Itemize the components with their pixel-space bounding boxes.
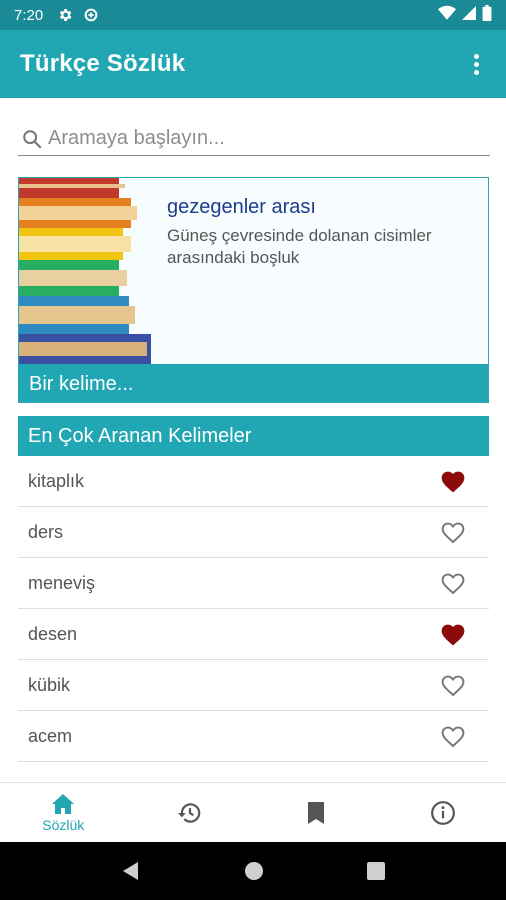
heart-outline-icon[interactable] xyxy=(439,671,467,699)
app-bar: Türkçe Sözlük xyxy=(0,30,506,98)
list-item-word: kitaplık xyxy=(28,470,85,491)
list-item[interactable]: desen xyxy=(18,609,489,660)
list-item[interactable]: ders xyxy=(18,507,489,558)
nav-bookmarks[interactable] xyxy=(253,783,380,842)
word-card-footer[interactable]: Bir kelime... xyxy=(19,364,488,402)
battery-icon xyxy=(482,5,492,25)
heart-filled-icon[interactable] xyxy=(439,620,467,648)
word-of-day-card[interactable]: gezegenler arası Güneş çevresinde dolana… xyxy=(18,177,489,403)
info-icon xyxy=(430,800,455,825)
system-navigation-bar xyxy=(0,842,506,900)
status-bar: 7:20 xyxy=(0,0,506,30)
list-item[interactable]: meneviş xyxy=(18,558,489,609)
bookmark-icon xyxy=(308,801,325,824)
main-content: gezegenler arası Güneş çevresinde dolana… xyxy=(0,98,506,782)
search-bar[interactable] xyxy=(18,122,490,156)
nav-dictionary-label: Sözlük xyxy=(42,816,85,833)
overflow-menu-icon[interactable] xyxy=(466,49,486,79)
list-item-word: desen xyxy=(28,623,78,644)
home-icon xyxy=(52,793,75,814)
wifi-icon xyxy=(438,5,456,25)
recents-icon[interactable] xyxy=(366,861,386,881)
list-item-word: kübik xyxy=(28,674,71,695)
list-item-word: ders xyxy=(28,521,64,542)
featured-definition: Güneş çevresinde dolanan cisimler arasın… xyxy=(167,226,432,267)
books-illustration xyxy=(19,178,151,364)
nav-history[interactable] xyxy=(127,783,254,842)
most-searched-header: En Çok Aranan Kelimeler xyxy=(18,416,489,456)
settings-status-icon xyxy=(57,7,73,23)
list-item-word: meneviş xyxy=(28,572,96,593)
most-searched-list: kitaplık ders meneviş desen kübik acem xyxy=(18,456,489,762)
search-icon xyxy=(18,125,46,153)
nav-dictionary[interactable]: Sözlük xyxy=(0,783,127,842)
home-circle-icon[interactable] xyxy=(243,860,265,882)
signal-icon xyxy=(462,5,476,25)
back-icon[interactable] xyxy=(120,860,142,882)
heart-outline-icon[interactable] xyxy=(439,722,467,750)
nav-info[interactable] xyxy=(380,783,506,842)
history-icon xyxy=(177,802,200,823)
status-right-group xyxy=(438,5,492,25)
app-title: Türkçe Sözlük xyxy=(20,50,186,77)
list-item[interactable]: kübik xyxy=(18,660,489,711)
list-item[interactable]: kitaplık xyxy=(18,456,489,507)
featured-word: gezegenler arası xyxy=(167,196,316,218)
heart-outline-icon[interactable] xyxy=(439,569,467,597)
heart-filled-icon[interactable] xyxy=(439,467,467,495)
search-input[interactable] xyxy=(46,127,476,150)
data-saver-status-icon xyxy=(83,7,99,23)
heart-outline-icon[interactable] xyxy=(439,518,467,546)
status-time: 7:20 xyxy=(14,6,44,24)
bottom-navigation: Sözlük xyxy=(0,782,506,842)
list-item[interactable]: acem xyxy=(18,711,489,762)
list-item-word: acem xyxy=(28,725,73,746)
